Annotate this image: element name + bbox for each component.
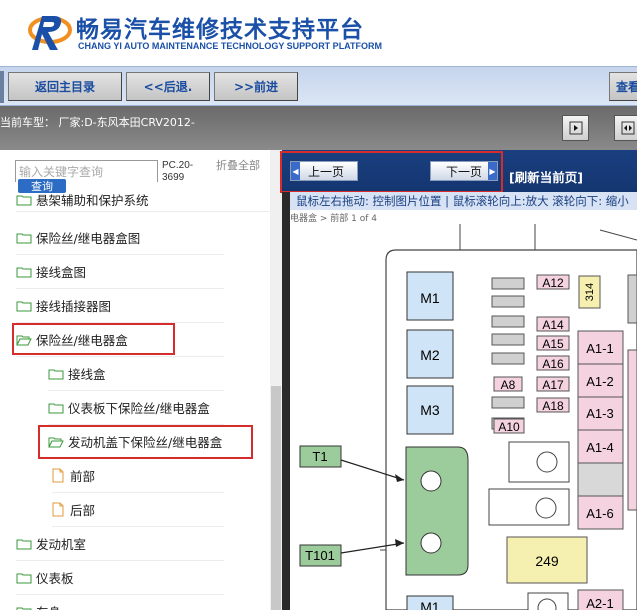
header: 畅易汽车维修技术支持平台 CHANG YI AUTO MAINTENANCE T… [0,0,637,66]
folder-icon [16,539,32,549]
fuse-label: 314 [584,283,596,301]
tree-item[interactable]: 仪表板下保险丝/继电器盒 [48,391,224,425]
fullscreen-icon[interactable] [614,115,637,141]
tree-item[interactable]: 车身 [16,595,224,610]
tree-item-label: 后部 [70,503,96,518]
folder-icon [48,403,64,413]
main-connector-block [405,446,469,576]
connector-label: T101 [305,548,335,563]
tree-item-label: 仪表板 [36,571,74,586]
expand-right-icon[interactable] [562,115,589,141]
fuse-label: A10 [498,420,520,434]
collapse-all-link[interactable]: 折叠全部 [216,160,264,172]
highlight-box [12,323,175,355]
tree-item[interactable]: 悬架辅助和保护系统 [16,188,270,212]
tree-item[interactable]: 前部 [52,459,224,493]
viewer-frame-border [282,192,290,610]
toolbar: 返回主目录 <<后退. >>前进 查看 [0,66,637,106]
tree-item-label: 仪表板下保险丝/继电器盒 [68,401,210,416]
fuse-label: A1-2 [586,374,613,389]
app-window: 畅易汽车维修技术支持平台 CHANG YI AUTO MAINTENANCE T… [0,0,637,610]
view-button[interactable]: 查看 [609,72,637,101]
tree-item-label: 接线盒 [68,367,106,382]
page-icon [52,502,64,517]
tree-item[interactable]: 发动机室 [16,527,224,561]
tree-item[interactable]: 接线插接器图 [16,289,224,323]
diagram-breadcrumb: 电器盒 > 前部 1 of 4 [290,214,377,224]
highlight-box [38,425,253,459]
fuse-label: A1-4 [586,440,613,455]
toolbar-grip [0,71,4,103]
highlight-box [280,151,503,193]
fuse-label: A17 [542,378,564,392]
fuse-label: A1-1 [586,341,613,356]
tree-item[interactable]: 仪表板 [16,561,224,595]
refresh-page-link[interactable]: [刷新当前页] [509,167,583,186]
fuse-label: A2-1 [586,596,613,610]
current-model-label: 当前车型： 厂家:D-东风本田CRV2012- [0,116,195,129]
sidebar-scrollbar-thumb[interactable] [271,386,281,610]
fuse-label: A12 [542,276,564,290]
tree-item-label: 前部 [70,469,96,484]
forward-button[interactable]: >>前进 [214,72,298,101]
relay-label: M1 [420,599,440,610]
fuse-label: A15 [542,337,564,351]
fuse-label: A18 [542,399,564,413]
tree-item-label: 接线盒图 [36,265,87,280]
folder-icon [16,267,32,277]
relay-label: M1 [420,290,440,306]
fuse-label: A8 [501,378,516,392]
brand-logo-icon [28,16,72,50]
connector-label: T1 [312,449,327,464]
folder-icon [16,607,32,610]
fuse-label: A16 [542,357,564,371]
fuse-label: A1-6 [586,506,613,521]
navigation-sidebar: 输入关键字查询 查询 PC.20-3699 折叠全部 悬架辅助和保护系统 保险丝… [0,150,282,610]
folder-icon [16,301,32,311]
fuse-label: A1-3 [586,406,613,421]
diagram-canvas[interactable]: M1 M2 M3 M1 A12 314 A14 A15 A16 A17 A18 … [290,210,637,610]
tree-item-label: 车身 [36,602,61,610]
back-button[interactable]: <<后退. [126,72,210,101]
tree-item[interactable]: 接线盒 [48,357,224,391]
pc-code: PC.20-3699 [162,160,194,183]
tree-item[interactable]: 接线盒图 [16,255,224,289]
fuse-label: A14 [542,318,564,332]
relay-label: M2 [420,347,440,363]
brand-subtitle: CHANG YI AUTO MAINTENANCE TECHNOLOGY SUP… [78,41,383,51]
tree-item-label: 保险丝/继电器盒图 [36,231,141,246]
tree-item-label: 发动机室 [36,537,87,552]
home-button[interactable]: 返回主目录 [8,72,122,101]
block-label: 249 [535,553,559,569]
folder-icon [48,369,64,379]
viewer-hint: 鼠标左右拖动: 控制图片位置 | 鼠标滚轮向上:放大 滚轮向下: 缩小 [282,192,637,210]
folder-icon [16,233,32,243]
fuse-box-diagram: M1 M2 M3 M1 A12 314 A14 A15 A16 A17 A18 … [299,224,637,610]
relay-label: M3 [420,402,440,418]
tree-item[interactable]: 后部 [52,493,224,527]
brand-title: 畅易汽车维修技术支持平台 [76,17,364,43]
tree-item-label: 接线插接器图 [36,299,112,314]
tree-item-label: 悬架辅助和保护系统 [36,193,149,208]
folder-icon [16,573,32,583]
folder-icon [16,195,32,205]
tree-item[interactable]: 保险丝/继电器盒图 [16,221,224,255]
vehicle-model-bar: 当前车型： 厂家:D-东风本田CRV2012- [0,106,637,150]
page-icon [52,468,64,483]
